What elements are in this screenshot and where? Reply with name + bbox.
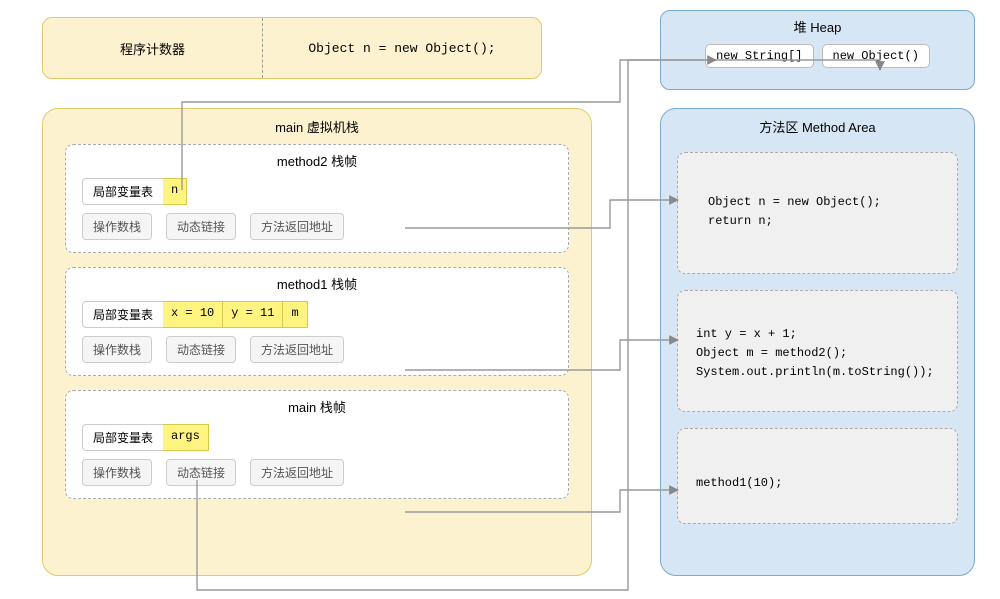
- lvt-cell-args: args: [163, 424, 209, 451]
- frame-title-0: method2 栈帧: [82, 151, 552, 170]
- lvt-cell-x: x = 10: [163, 301, 223, 328]
- method-area-title: 方法区 Method Area: [677, 117, 958, 136]
- frame-title-1: method1 栈帧: [82, 274, 552, 293]
- return-addr-0: 方法返回地址: [250, 213, 344, 240]
- vm-stack-box: main 虚拟机栈 method2 栈帧 局部变量表 n 操作数栈 动态链接 方…: [42, 108, 592, 576]
- frame-title-2: main 栈帧: [82, 397, 552, 416]
- lvt-cell-n: n: [163, 178, 187, 205]
- operand-stack-0: 操作数栈: [82, 213, 152, 240]
- heap-box: 堆 Heap new String[] new Object(): [660, 10, 975, 90]
- stack-frame-main: main 栈帧 局部变量表 args 操作数栈 动态链接 方法返回地址: [65, 390, 569, 499]
- pc-code: Object n = new Object();: [263, 41, 541, 56]
- return-addr-2: 方法返回地址: [250, 459, 344, 486]
- lvt-cell-y: y = 11: [223, 301, 283, 328]
- operand-stack-2: 操作数栈: [82, 459, 152, 486]
- dynamic-link-0: 动态链接: [166, 213, 236, 240]
- heap-item-1: new Object(): [822, 44, 930, 68]
- dynamic-link-2: 动态链接: [166, 459, 236, 486]
- operand-stack-1: 操作数栈: [82, 336, 152, 363]
- code-block-main: method1(10);: [677, 428, 958, 524]
- lvt-label-2: 局部变量表: [82, 424, 163, 451]
- code-block-method1: int y = x + 1; Object m = method2(); Sys…: [677, 290, 958, 412]
- program-counter-box: 程序计数器 Object n = new Object();: [42, 17, 542, 79]
- stack-frame-method1: method1 栈帧 局部变量表 x = 10 y = 11 m 操作数栈 动态…: [65, 267, 569, 376]
- lvt-label-1: 局部变量表: [82, 301, 163, 328]
- lvt-label-0: 局部变量表: [82, 178, 163, 205]
- stack-frame-method2: method2 栈帧 局部变量表 n 操作数栈 动态链接 方法返回地址: [65, 144, 569, 253]
- lvt-cell-m: m: [283, 301, 307, 328]
- return-addr-1: 方法返回地址: [250, 336, 344, 363]
- heap-title: 堆 Heap: [661, 17, 974, 36]
- pc-label: 程序计数器: [43, 18, 263, 78]
- code-block-method2: Object n = new Object(); return n;: [677, 152, 958, 274]
- vm-stack-title: main 虚拟机栈: [65, 117, 569, 136]
- heap-item-0: new String[]: [705, 44, 813, 68]
- dynamic-link-1: 动态链接: [166, 336, 236, 363]
- method-area-box: 方法区 Method Area Object n = new Object();…: [660, 108, 975, 576]
